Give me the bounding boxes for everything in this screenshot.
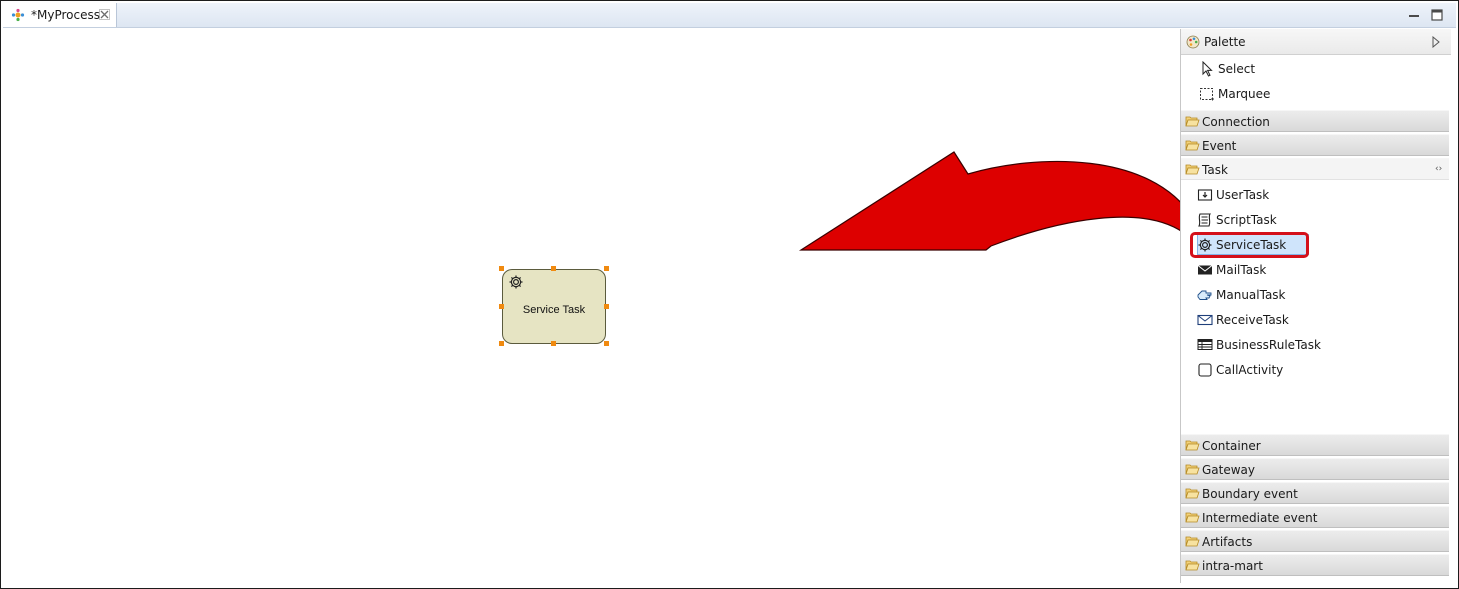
palette-entry-manualtask[interactable]: ManualTask: [1197, 284, 1447, 306]
drawer-label: Artifacts: [1202, 535, 1253, 549]
minimize-icon[interactable]: [1407, 9, 1421, 21]
drawer-container[interactable]: Container: [1181, 434, 1449, 456]
drawer-intra-mart[interactable]: intra-mart: [1181, 554, 1449, 576]
drawer-boundary-event[interactable]: Boundary event: [1181, 482, 1449, 504]
annotation-highlight: [1190, 232, 1309, 258]
folder-open-icon: [1185, 464, 1200, 475]
entry-label: BusinessRuleTask: [1216, 338, 1321, 352]
palette-entry-receivetask[interactable]: ReceiveTask: [1197, 309, 1447, 331]
selection-handle[interactable]: [499, 266, 504, 271]
marquee-tool-label: Marquee: [1218, 87, 1271, 101]
drawer-intermediate-event[interactable]: Intermediate event: [1181, 506, 1449, 528]
diagram-canvas[interactable]: Service Task: [4, 29, 1178, 583]
palette-entry-businessruletask[interactable]: BusinessRuleTask: [1197, 334, 1447, 356]
marquee-tool[interactable]: Marquee: [1199, 83, 1399, 105]
entry-label: CallActivity: [1216, 363, 1284, 377]
select-tool-label: Select: [1218, 62, 1256, 76]
folder-open-icon: [1185, 488, 1200, 499]
user-task-icon: [1197, 189, 1213, 201]
close-icon[interactable]: [99, 9, 110, 20]
selection-handle[interactable]: [499, 304, 504, 309]
annotation-arrow: [798, 151, 1194, 251]
folder-open-icon: [1185, 560, 1200, 571]
folder-open-icon: [1185, 116, 1200, 127]
service-task-shape[interactable]: Service Task: [502, 269, 606, 344]
selection-handle[interactable]: [551, 266, 556, 271]
entry-label: ManualTask: [1216, 288, 1286, 302]
palette-title: Palette: [1204, 35, 1246, 49]
business-rule-task-icon: [1197, 339, 1213, 350]
palette-icon: [1186, 35, 1200, 49]
palette-panel: Palette Select Marquee Connection Event …: [1180, 29, 1451, 583]
entry-label: ScriptTask: [1216, 213, 1277, 227]
entry-label: MailTask: [1216, 263, 1267, 277]
tab-myprocess[interactable]: *MyProcess: [3, 3, 117, 27]
editor-tab-bar: *MyProcess: [3, 3, 1456, 28]
folder-open-icon: [1185, 512, 1200, 523]
mail-task-icon: [1197, 265, 1213, 275]
select-tool[interactable]: Select: [1199, 58, 1399, 80]
drawer-label: Event: [1202, 139, 1237, 153]
folder-open-icon: [1185, 536, 1200, 547]
drawer-label: Container: [1202, 439, 1261, 453]
drawer-label: Intermediate event: [1202, 511, 1318, 525]
drawer-artifacts[interactable]: Artifacts: [1181, 530, 1449, 552]
palette-header[interactable]: Palette: [1181, 29, 1451, 55]
script-task-icon: [1198, 213, 1212, 227]
drawer-label: Gateway: [1202, 463, 1256, 477]
entry-label: ReceiveTask: [1216, 313, 1289, 327]
palette-entry-usertask[interactable]: UserTask: [1197, 184, 1447, 206]
selection-handle[interactable]: [604, 304, 609, 309]
palette-entry-mailtask[interactable]: MailTask: [1197, 259, 1447, 281]
manual-task-icon: [1197, 290, 1212, 300]
process-diagram-icon: [11, 8, 25, 22]
service-task-label: Service Task: [522, 304, 586, 316]
drawer-task[interactable]: Task ‹›: [1181, 158, 1449, 180]
selection-handle[interactable]: [551, 341, 556, 346]
entry-label: UserTask: [1216, 188, 1270, 202]
folder-open-icon: [1185, 164, 1200, 175]
tab-title: *MyProcess: [31, 8, 100, 22]
selection-handle[interactable]: [604, 266, 609, 271]
receive-task-icon: [1197, 314, 1213, 326]
drawer-connection[interactable]: Connection: [1181, 110, 1449, 132]
pointer-icon: [1202, 61, 1213, 77]
drawer-event[interactable]: Event: [1181, 134, 1449, 156]
palette-entry-callactivity[interactable]: CallActivity: [1197, 359, 1447, 381]
selection-handle[interactable]: [499, 341, 504, 346]
editor-frame: *MyProcess Service Task Palette Select M…: [0, 0, 1459, 589]
palette-entry-scripttask[interactable]: ScriptTask: [1197, 209, 1447, 231]
marquee-icon: [1200, 88, 1214, 101]
gear-icon: [509, 275, 523, 289]
drawer-label: intra-mart: [1202, 559, 1263, 573]
maximize-icon[interactable]: [1430, 8, 1444, 22]
drawer-gateway[interactable]: Gateway: [1181, 458, 1449, 480]
selection-handle[interactable]: [604, 341, 609, 346]
call-activity-icon: [1198, 363, 1212, 377]
drawer-label: Connection: [1202, 115, 1270, 129]
folder-open-icon: [1185, 140, 1200, 151]
drawer-label: Task: [1202, 163, 1228, 177]
collapse-palette-icon[interactable]: [1431, 36, 1441, 48]
folder-open-icon: [1185, 440, 1200, 451]
drawer-label: Boundary event: [1202, 487, 1298, 501]
pin-drawer-icon[interactable]: ‹›: [1435, 164, 1442, 174]
